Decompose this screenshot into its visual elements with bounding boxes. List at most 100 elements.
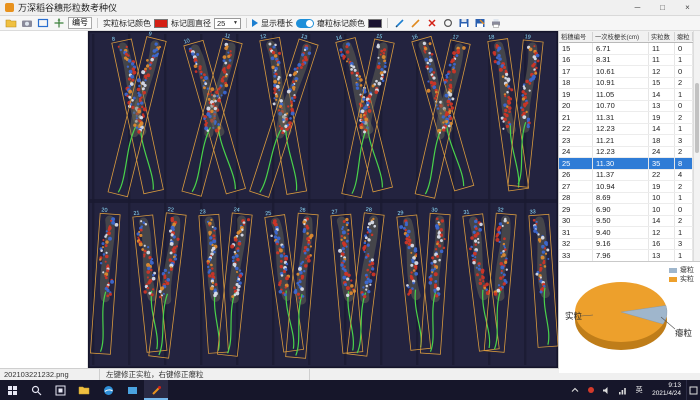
table-header-row: 稻穗编号一次枝梗长(cm)实粒数瘪粒: [559, 31, 693, 43]
table-cell: 8: [675, 158, 693, 169]
svg-text:实粒: 实粒: [565, 311, 583, 321]
volume-icon[interactable]: [599, 380, 615, 400]
svg-text:24: 24: [233, 207, 240, 214]
clock-date: 2021/4/24: [652, 390, 681, 398]
table-cell: 30: [559, 216, 593, 227]
folder-icon[interactable]: [120, 380, 144, 400]
table-row[interactable]: 329.16163: [559, 239, 693, 251]
table-row[interactable]: 2010.70130: [559, 101, 693, 113]
specimen-photo[interactable]: 8910111213141516171819202122232425262728…: [88, 31, 558, 368]
table-cell: 6.71: [593, 43, 649, 54]
table-row[interactable]: 2111.31192: [559, 112, 693, 124]
table-cell: 10.61: [593, 66, 649, 77]
svg-text:20: 20: [101, 207, 108, 213]
table-cell: 8.69: [593, 193, 649, 204]
table-cell: 19: [649, 112, 675, 123]
table-row[interactable]: 288.69101: [559, 193, 693, 205]
table-row[interactable]: 337.96131: [559, 250, 693, 261]
notifications-icon[interactable]: [686, 380, 700, 400]
save-as-icon[interactable]: [473, 17, 486, 29]
empty-grain-color-swatch[interactable]: [368, 19, 382, 28]
play-icon[interactable]: [252, 19, 258, 27]
table-row[interactable]: 156.71110: [559, 43, 693, 55]
table-row[interactable]: 1810.91152: [559, 78, 693, 90]
minimize-button[interactable]: ─: [625, 0, 650, 16]
table-cell: 2: [675, 216, 693, 227]
tray-expand-icon[interactable]: [567, 380, 583, 400]
status-dot-icon[interactable]: [583, 380, 599, 400]
file-explorer-icon[interactable]: [72, 380, 96, 400]
svg-text:19: 19: [524, 34, 531, 41]
network-icon[interactable]: [615, 380, 631, 400]
pan-icon[interactable]: [52, 17, 65, 29]
table-cell: 8.31: [593, 55, 649, 66]
table-cell: 2: [675, 147, 693, 158]
table-cell: 20: [559, 101, 593, 112]
table-cell: 22: [559, 124, 593, 135]
svg-text:25: 25: [265, 210, 272, 217]
table-cell: 13: [649, 250, 675, 261]
search-icon[interactable]: [24, 380, 48, 400]
table-row[interactable]: 168.31111: [559, 55, 693, 67]
table-row[interactable]: 2412.23242: [559, 147, 693, 159]
table-row[interactable]: 309.50142: [559, 216, 693, 228]
analysis-app-icon[interactable]: [144, 380, 168, 400]
delete-x-icon[interactable]: [425, 17, 438, 29]
table-row[interactable]: 319.40121: [559, 227, 693, 239]
svg-text:29: 29: [397, 210, 404, 217]
start-icon[interactable]: [0, 380, 24, 400]
edit-pencil-icon[interactable]: [409, 17, 422, 29]
maximize-button[interactable]: □: [650, 0, 675, 16]
legend-swatch-real: [669, 277, 677, 282]
show-length-label: 显示穗长: [261, 18, 293, 29]
table-row[interactable]: 2212.23141: [559, 124, 693, 136]
table-cell: 0: [675, 66, 693, 77]
table-row[interactable]: 1710.61120: [559, 66, 693, 78]
table-row[interactable]: 1911.05141: [559, 89, 693, 101]
table-row[interactable]: 2710.94192: [559, 181, 693, 193]
browser-icon[interactable]: [96, 380, 120, 400]
table-scrollbar[interactable]: [693, 31, 700, 261]
svg-text:22: 22: [167, 207, 174, 214]
svg-text:33: 33: [529, 209, 536, 215]
draw-pen-icon[interactable]: [393, 17, 406, 29]
scrollbar-thumb[interactable]: [695, 83, 699, 153]
clock[interactable]: 9:13 2021/4/24: [647, 382, 686, 398]
show-length-toggle[interactable]: [296, 19, 314, 28]
table-row[interactable]: 2611.37224: [559, 170, 693, 182]
table-cell: 16: [649, 239, 675, 250]
table-cell: 3: [675, 239, 693, 250]
pie-legend: 瘪粒 实粒: [669, 266, 694, 284]
fit-view-icon[interactable]: [36, 17, 49, 29]
table-cell: 12: [649, 66, 675, 77]
input-language-indicator[interactable]: 英: [631, 380, 647, 400]
save-icon[interactable]: [457, 17, 470, 29]
taskbar: 英 9:13 2021/4/24: [0, 380, 700, 400]
table-row[interactable]: 296.90100: [559, 204, 693, 216]
table-cell: 9.40: [593, 227, 649, 238]
table-row[interactable]: 2311.21183: [559, 135, 693, 147]
table-cell: 1: [675, 193, 693, 204]
print-icon[interactable]: [489, 17, 502, 29]
table-cell: 21: [559, 112, 593, 123]
svg-text:30: 30: [431, 207, 438, 213]
title-bar: 万深稻谷穗形粒数考种仪 ─ □ ×: [0, 0, 700, 16]
svg-text:32: 32: [497, 207, 504, 214]
table-cell: 0: [675, 101, 693, 112]
camera-icon[interactable]: [20, 17, 33, 29]
circle-mark-icon[interactable]: [441, 17, 454, 29]
real-grain-color-swatch[interactable]: [154, 19, 168, 28]
legend-label-empty: 瘪粒: [680, 266, 694, 275]
table-cell: 11.31: [593, 112, 649, 123]
close-button[interactable]: ×: [675, 0, 700, 16]
number-button[interactable]: 编号: [68, 17, 92, 29]
open-file-icon[interactable]: [4, 17, 17, 29]
grain-table: 稻穗编号一次枝梗长(cm)实粒数瘪粒 156.71110168.31111171…: [559, 31, 700, 262]
column-header: 一次枝梗长(cm): [593, 32, 649, 41]
task-view-icon[interactable]: [48, 380, 72, 400]
table-cell: 1: [675, 89, 693, 100]
svg-text:31: 31: [463, 209, 470, 216]
table-cell: 1: [675, 124, 693, 135]
mark-diameter-dropdown[interactable]: 25 ▼: [214, 18, 241, 29]
table-row[interactable]: 2511.30358: [559, 158, 693, 170]
